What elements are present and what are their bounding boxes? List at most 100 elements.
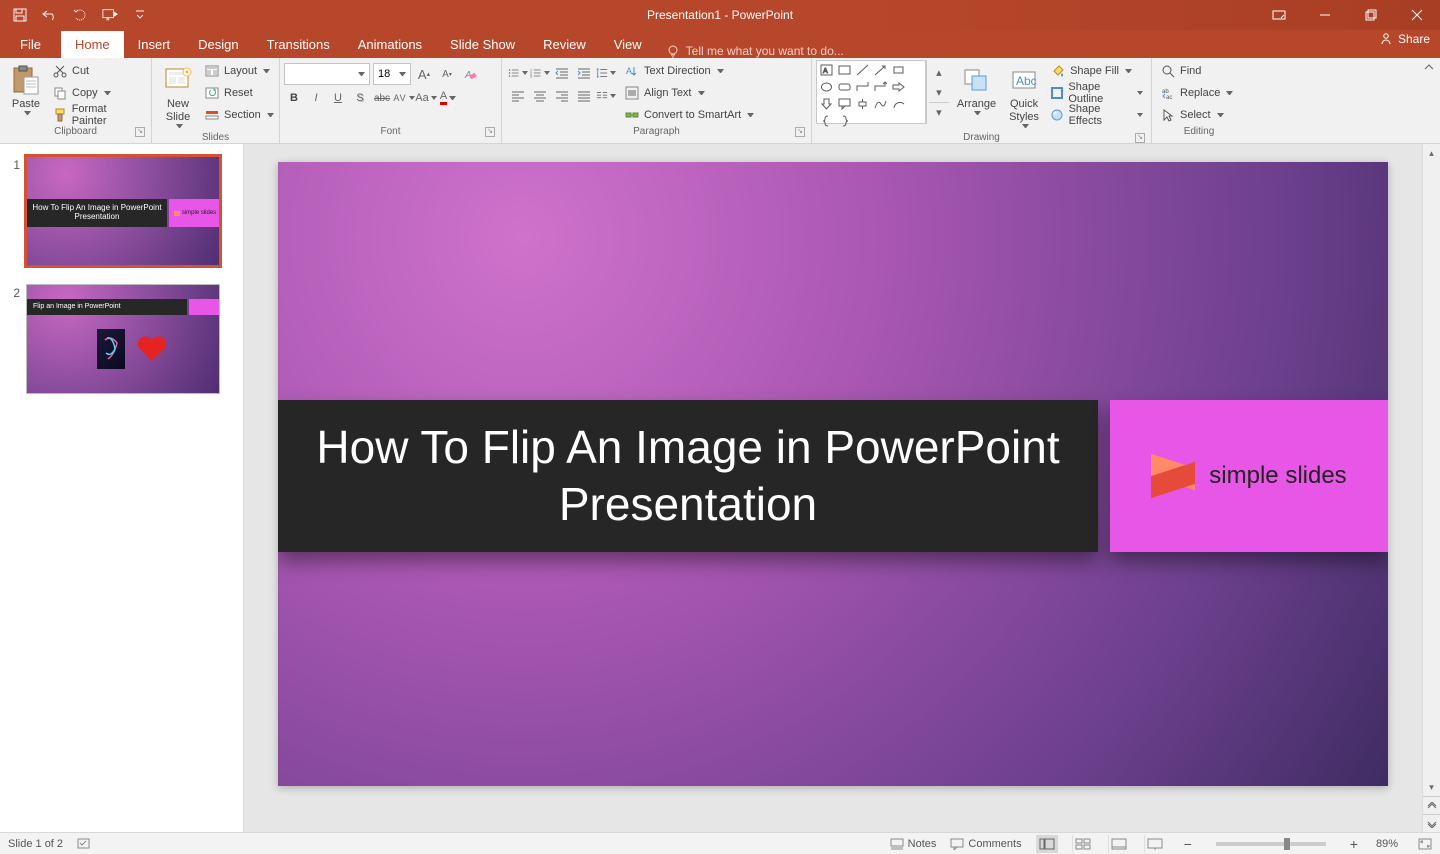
- arrange-button[interactable]: Arrange: [951, 60, 1002, 132]
- cut-button[interactable]: Cut: [48, 60, 147, 82]
- shape-right-arrow-icon[interactable]: [891, 80, 906, 94]
- shape-right-brace-icon[interactable]: [837, 114, 852, 128]
- redo-icon[interactable]: [72, 7, 88, 23]
- shape-rect-outline-icon[interactable]: [891, 63, 906, 77]
- reading-view-icon[interactable]: [1108, 835, 1130, 853]
- strikethrough-button[interactable]: abc: [372, 88, 392, 108]
- tab-review[interactable]: Review: [529, 31, 600, 58]
- normal-view-icon[interactable]: [1036, 835, 1058, 853]
- shapes-gallery[interactable]: A: [816, 60, 926, 124]
- zoom-out-icon[interactable]: −: [1180, 836, 1196, 852]
- tab-design[interactable]: Design: [184, 31, 252, 58]
- zoom-in-icon[interactable]: +: [1346, 836, 1362, 852]
- shape-left-brace-icon[interactable]: [819, 114, 834, 128]
- shape-curve-icon[interactable]: [873, 97, 888, 111]
- copy-button[interactable]: Copy: [48, 82, 147, 104]
- thumbnail-1[interactable]: 1 How To Flip An Image in PowerPoint Pre…: [10, 156, 233, 266]
- bold-button[interactable]: B: [284, 88, 304, 108]
- undo-icon[interactable]: [42, 7, 58, 23]
- char-spacing-button[interactable]: AV: [394, 88, 414, 108]
- shape-text-box-icon[interactable]: A: [819, 63, 834, 77]
- scroll-up-icon[interactable]: ▴: [1423, 144, 1440, 162]
- shape-line-icon[interactable]: [855, 63, 870, 77]
- thumbnail-2[interactable]: 2 Flip an Image in PowerPoint: [10, 284, 233, 394]
- thumbnail-slide[interactable]: How To Flip An Image in PowerPoint Prese…: [26, 156, 220, 266]
- tab-slideshow[interactable]: Slide Show: [436, 31, 529, 58]
- find-button[interactable]: Find: [1156, 60, 1242, 82]
- share-button[interactable]: Share: [1379, 32, 1430, 46]
- font-size-combo[interactable]: 18: [373, 63, 411, 85]
- align-right-icon[interactable]: [552, 86, 572, 106]
- tab-file[interactable]: File: [0, 31, 61, 58]
- shape-rounded-rect-icon[interactable]: [837, 80, 852, 94]
- slide-sorter-view-icon[interactable]: [1072, 835, 1094, 853]
- slide[interactable]: How To Flip An Image in PowerPoint Prese…: [278, 162, 1388, 786]
- font-color-button[interactable]: A: [438, 88, 458, 108]
- gallery-more-icon[interactable]: ▾: [929, 102, 949, 122]
- tab-transitions[interactable]: Transitions: [253, 31, 344, 58]
- line-spacing-icon[interactable]: [596, 63, 616, 83]
- shape-rect-callout-icon[interactable]: [837, 97, 852, 111]
- previous-slide-icon[interactable]: [1423, 796, 1440, 814]
- dialog-launcher-icon[interactable]: ↘: [135, 127, 145, 137]
- quick-styles-button[interactable]: Abc Quick Styles: [1002, 60, 1046, 132]
- shape-oval-icon[interactable]: [819, 80, 834, 94]
- font-name-combo[interactable]: [284, 63, 370, 85]
- qat-customize-icon[interactable]: [132, 7, 148, 23]
- dialog-launcher-icon[interactable]: ↘: [1135, 133, 1145, 143]
- align-left-icon[interactable]: [508, 86, 528, 106]
- format-painter-button[interactable]: Format Painter: [48, 104, 147, 126]
- section-button[interactable]: Section: [200, 104, 278, 126]
- shape-outline-button[interactable]: Shape Outline: [1046, 82, 1147, 104]
- paste-button[interactable]: Paste: [4, 60, 48, 126]
- decrease-font-icon[interactable]: A▾: [437, 64, 457, 84]
- select-button[interactable]: Select: [1156, 104, 1242, 126]
- shape-arc-icon[interactable]: [891, 97, 906, 111]
- thumbnail-slide[interactable]: Flip an Image in PowerPoint: [26, 284, 220, 394]
- collapse-ribbon-icon[interactable]: [1418, 58, 1440, 143]
- vertical-scrollbar[interactable]: ▴ ▾: [1422, 144, 1440, 832]
- text-direction-button[interactable]: AText Direction: [620, 60, 758, 82]
- shape-down-arrow-icon[interactable]: [819, 97, 834, 111]
- convert-smartart-button[interactable]: Convert to SmartArt: [620, 104, 758, 126]
- slide-counter[interactable]: Slide 1 of 2: [8, 838, 63, 850]
- dialog-launcher-icon[interactable]: ↘: [485, 127, 495, 137]
- zoom-level[interactable]: 89%: [1376, 838, 1398, 850]
- minimize-icon[interactable]: [1302, 0, 1348, 30]
- scroll-down-icon[interactable]: ▾: [1423, 778, 1440, 796]
- zoom-slider-handle[interactable]: [1284, 838, 1290, 850]
- decrease-indent-icon[interactable]: [552, 63, 572, 83]
- reset-button[interactable]: Reset: [200, 82, 278, 104]
- underline-button[interactable]: U: [328, 88, 348, 108]
- tab-insert[interactable]: Insert: [124, 31, 185, 58]
- notes-button[interactable]: Notes: [890, 838, 937, 850]
- ribbon-display-options-icon[interactable]: [1256, 0, 1302, 30]
- tab-view[interactable]: View: [600, 31, 656, 58]
- shape-fill-button[interactable]: Shape Fill: [1046, 60, 1147, 82]
- align-text-button[interactable]: Align Text: [620, 82, 758, 104]
- shape-rectangle-icon[interactable]: [837, 63, 852, 77]
- columns-icon[interactable]: [596, 86, 616, 106]
- tab-animations[interactable]: Animations: [344, 31, 436, 58]
- fit-to-window-icon[interactable]: [1412, 838, 1432, 850]
- close-icon[interactable]: [1394, 0, 1440, 30]
- slide-title[interactable]: How To Flip An Image in PowerPoint Prese…: [278, 400, 1098, 552]
- change-case-button[interactable]: Aa: [416, 88, 436, 108]
- gallery-row-down-icon[interactable]: ▾: [929, 82, 949, 102]
- layout-button[interactable]: Layout: [200, 60, 278, 82]
- new-slide-button[interactable]: New Slide: [156, 60, 200, 132]
- gallery-row-up-icon[interactable]: ▴: [929, 62, 949, 82]
- slide-logo-box[interactable]: simple slides: [1110, 400, 1388, 552]
- start-from-beginning-icon[interactable]: [102, 7, 118, 23]
- save-icon[interactable]: [12, 7, 28, 23]
- next-slide-icon[interactable]: [1423, 814, 1440, 832]
- zoom-slider[interactable]: [1216, 842, 1326, 846]
- shape-flowchart-icon[interactable]: [855, 97, 870, 111]
- justify-icon[interactable]: [574, 86, 594, 106]
- shape-effects-button[interactable]: Shape Effects: [1046, 104, 1147, 126]
- increase-indent-icon[interactable]: [574, 63, 594, 83]
- maximize-icon[interactable]: [1348, 0, 1394, 30]
- shape-connector-elbow-arrow-icon[interactable]: [873, 80, 888, 94]
- italic-button[interactable]: I: [306, 88, 326, 108]
- shape-connector-elbow-icon[interactable]: [855, 80, 870, 94]
